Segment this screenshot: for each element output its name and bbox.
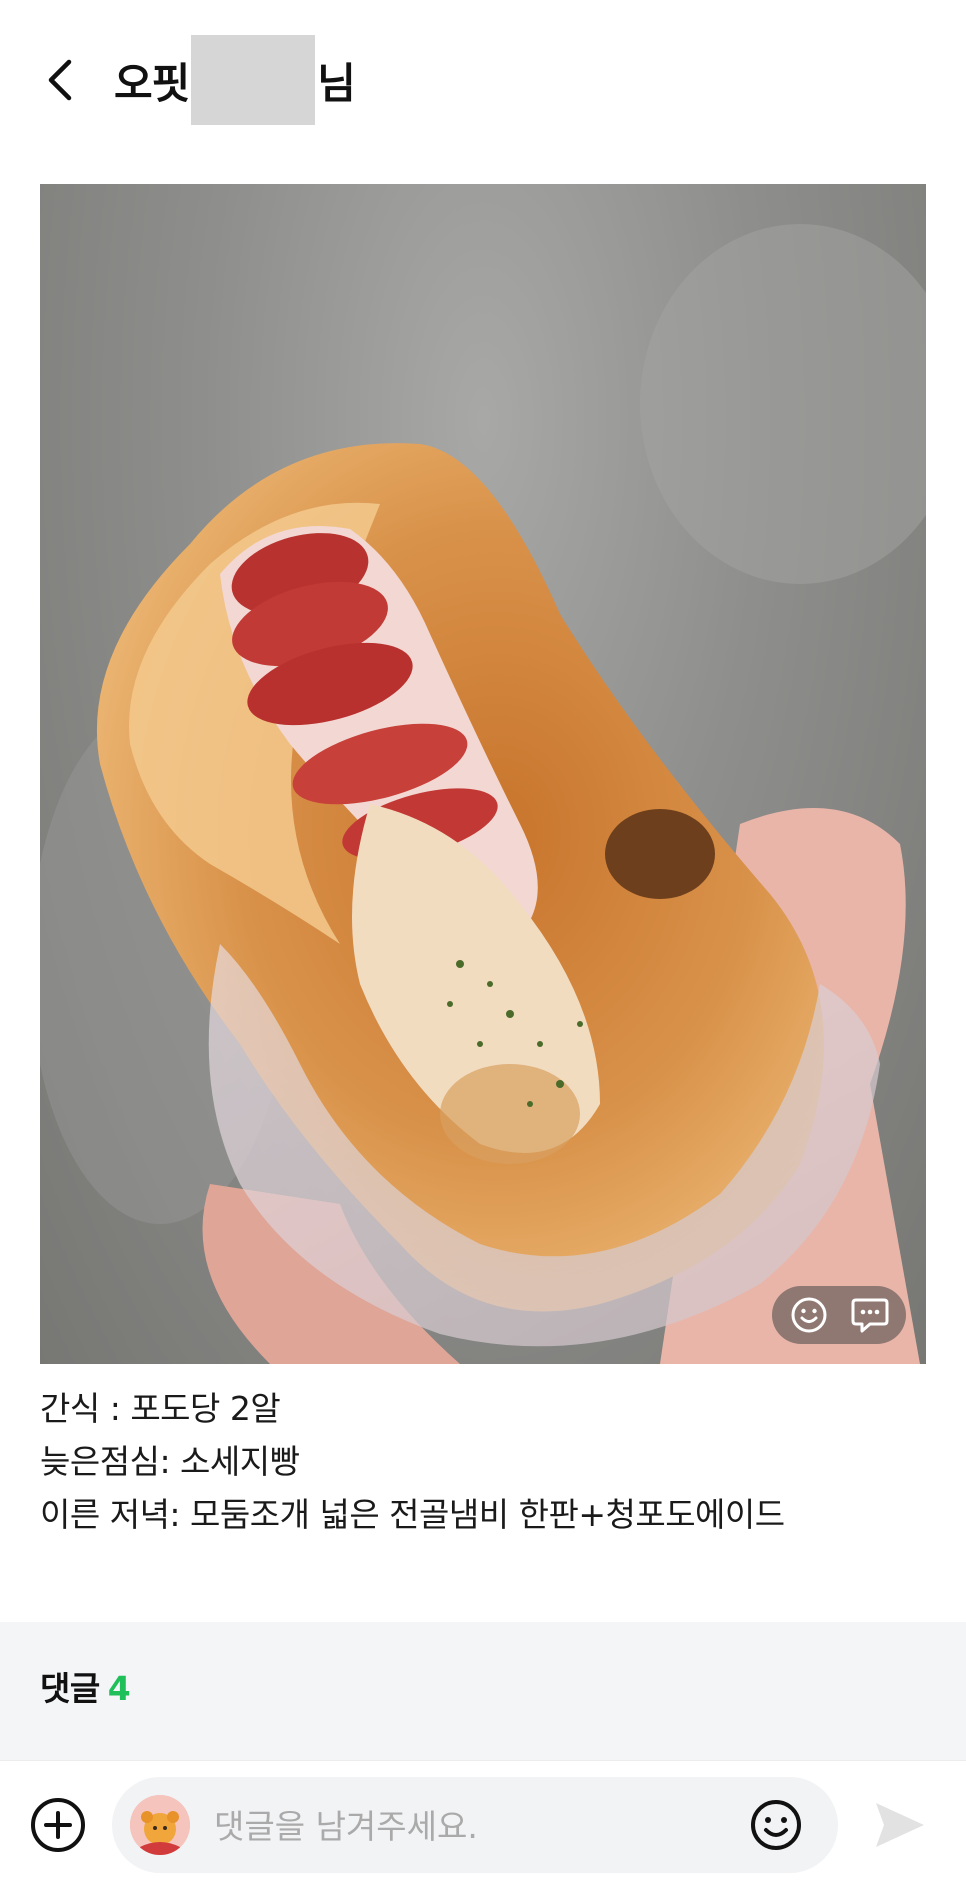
comment-input[interactable] [212, 1799, 716, 1853]
comments-count: 4 [107, 1669, 131, 1708]
speech-bubble-icon [851, 1298, 888, 1333]
redacted-name-block [191, 35, 316, 125]
comments-section: 댓글 4 [0, 1622, 966, 1760]
page-title: 오핏 님 [114, 35, 356, 125]
post-detail-screen: 오핏 님 간식: 포도당 2알 늦은점심: 소세지빵 이른 저녁: 모둠조개 … [0, 0, 966, 1886]
hotdog-bun-illustration [40, 224, 926, 1364]
send-button[interactable] [872, 1797, 928, 1853]
photo-emoji-button[interactable] [786, 1292, 832, 1338]
comments-header: 댓글 4 [40, 1662, 131, 1710]
comment-input-bar [0, 1760, 966, 1886]
title-suffix: 님 [317, 58, 356, 108]
back-button[interactable] [36, 52, 84, 108]
avatar-character-icon [130, 1795, 190, 1855]
title-prefix: 오핏 [114, 58, 190, 108]
smiley-icon [791, 1297, 826, 1333]
photo-comment-button[interactable] [847, 1292, 893, 1338]
plus-circle-icon [31, 1798, 85, 1852]
post-photo[interactable] [40, 184, 926, 1364]
send-arrow-icon [876, 1803, 924, 1847]
photo-action-pill [772, 1286, 906, 1344]
post-line-snack: 간식 : 포도당 2알 [40, 1389, 281, 1428]
post-line-lunch: 늦은점심: 소세지빵 [40, 1442, 300, 1481]
chevron-left-icon [48, 59, 72, 101]
header: 오핏 님 [0, 0, 966, 160]
post-body: 간식 : 포도당 2알 늦은점심: 소세지빵 이른 저녁: 모둠조개 넓은 전골… [40, 1382, 930, 1541]
post-line-dinner: 이른 저녁: 모둠조개 넓은 전골냄비 한판+청포도에이드 [40, 1495, 785, 1534]
emoji-button[interactable] [748, 1797, 804, 1853]
smiley-icon [751, 1800, 801, 1850]
avatar [130, 1795, 190, 1855]
add-attachment-button[interactable] [28, 1795, 88, 1855]
comment-input-pill [112, 1777, 838, 1873]
comments-label: 댓글 [40, 1669, 100, 1708]
